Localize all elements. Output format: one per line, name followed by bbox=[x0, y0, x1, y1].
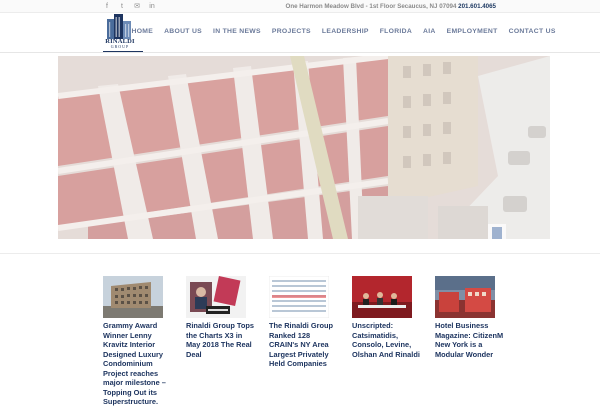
news-title[interactable]: Hotel Business Magazine: CitizenM New Yo… bbox=[435, 321, 507, 359]
nav-in-the-news[interactable]: IN THE NEWS bbox=[208, 27, 267, 36]
nav-employment[interactable]: EMPLOYMENT bbox=[441, 27, 503, 36]
top-bar: f t ✉ in One Harmon Meadow Blvd - 1st Fl… bbox=[0, 0, 600, 13]
news-card[interactable]: Grammy Award Winner Lenny Kravitz Interi… bbox=[103, 276, 175, 407]
hero-construction-image bbox=[58, 56, 550, 239]
hotel-photo[interactable] bbox=[435, 276, 495, 318]
news-title[interactable]: The Rinaldi Group Ranked 128 CRAIN's NY … bbox=[269, 321, 341, 369]
nav-about-us[interactable]: ABOUT US bbox=[159, 27, 208, 36]
news-card[interactable]: Hotel Business Magazine: CitizenM New Yo… bbox=[435, 276, 507, 359]
address-text: One Harmon Meadow Blvd - 1st Floor Secau… bbox=[285, 3, 457, 10]
nav-projects[interactable]: PROJECTS bbox=[266, 27, 316, 36]
nav-florida[interactable]: FLORIDA bbox=[374, 27, 417, 36]
logo-subtitle: GROUP bbox=[110, 44, 130, 49]
panel-photo[interactable] bbox=[352, 276, 412, 318]
twitter-icon[interactable]: t bbox=[118, 2, 126, 11]
ranking-list[interactable] bbox=[269, 276, 329, 318]
section-divider bbox=[0, 253, 600, 254]
news-card[interactable]: Rinaldi Group Tops the Charts X3 in May … bbox=[186, 276, 258, 359]
news-grid: Grammy Award Winner Lenny Kravitz Interi… bbox=[103, 276, 503, 406]
linkedin-icon[interactable]: in bbox=[148, 2, 156, 11]
facebook-icon[interactable]: f bbox=[103, 2, 111, 11]
magazine-photo[interactable] bbox=[186, 276, 246, 318]
nav-leadership[interactable]: LEADERSHIP bbox=[316, 27, 374, 36]
contact-address: One Harmon Meadow Blvd - 1st Floor Secau… bbox=[286, 2, 497, 11]
phone-link[interactable]: 201.601.4065 bbox=[458, 3, 496, 10]
site-header: RINALDI GROUP HOME ABOUT US IN THE NEWS … bbox=[0, 13, 600, 53]
main-nav: HOME ABOUT US IN THE NEWS PROJECTS LEADE… bbox=[126, 27, 561, 36]
news-card[interactable]: Unscripted: Catsimatidis, Consolo, Levin… bbox=[352, 276, 424, 359]
news-title[interactable]: Rinaldi Group Tops the Charts X3 in May … bbox=[186, 321, 258, 359]
nav-home[interactable]: HOME bbox=[126, 27, 159, 36]
news-title[interactable]: Unscripted: Catsimatidis, Consolo, Levin… bbox=[352, 321, 424, 359]
nav-contact-us[interactable]: CONTACT US bbox=[503, 27, 561, 36]
active-nav-indicator bbox=[103, 51, 143, 52]
mail-icon[interactable]: ✉ bbox=[133, 2, 141, 11]
social-links: f t ✉ in bbox=[103, 2, 156, 11]
nav-aia[interactable]: AIA bbox=[418, 27, 442, 36]
news-card[interactable]: The Rinaldi Group Ranked 128 CRAIN's NY … bbox=[269, 276, 341, 369]
news-title[interactable]: Grammy Award Winner Lenny Kravitz Interi… bbox=[103, 321, 175, 407]
building-photo[interactable] bbox=[103, 276, 163, 318]
